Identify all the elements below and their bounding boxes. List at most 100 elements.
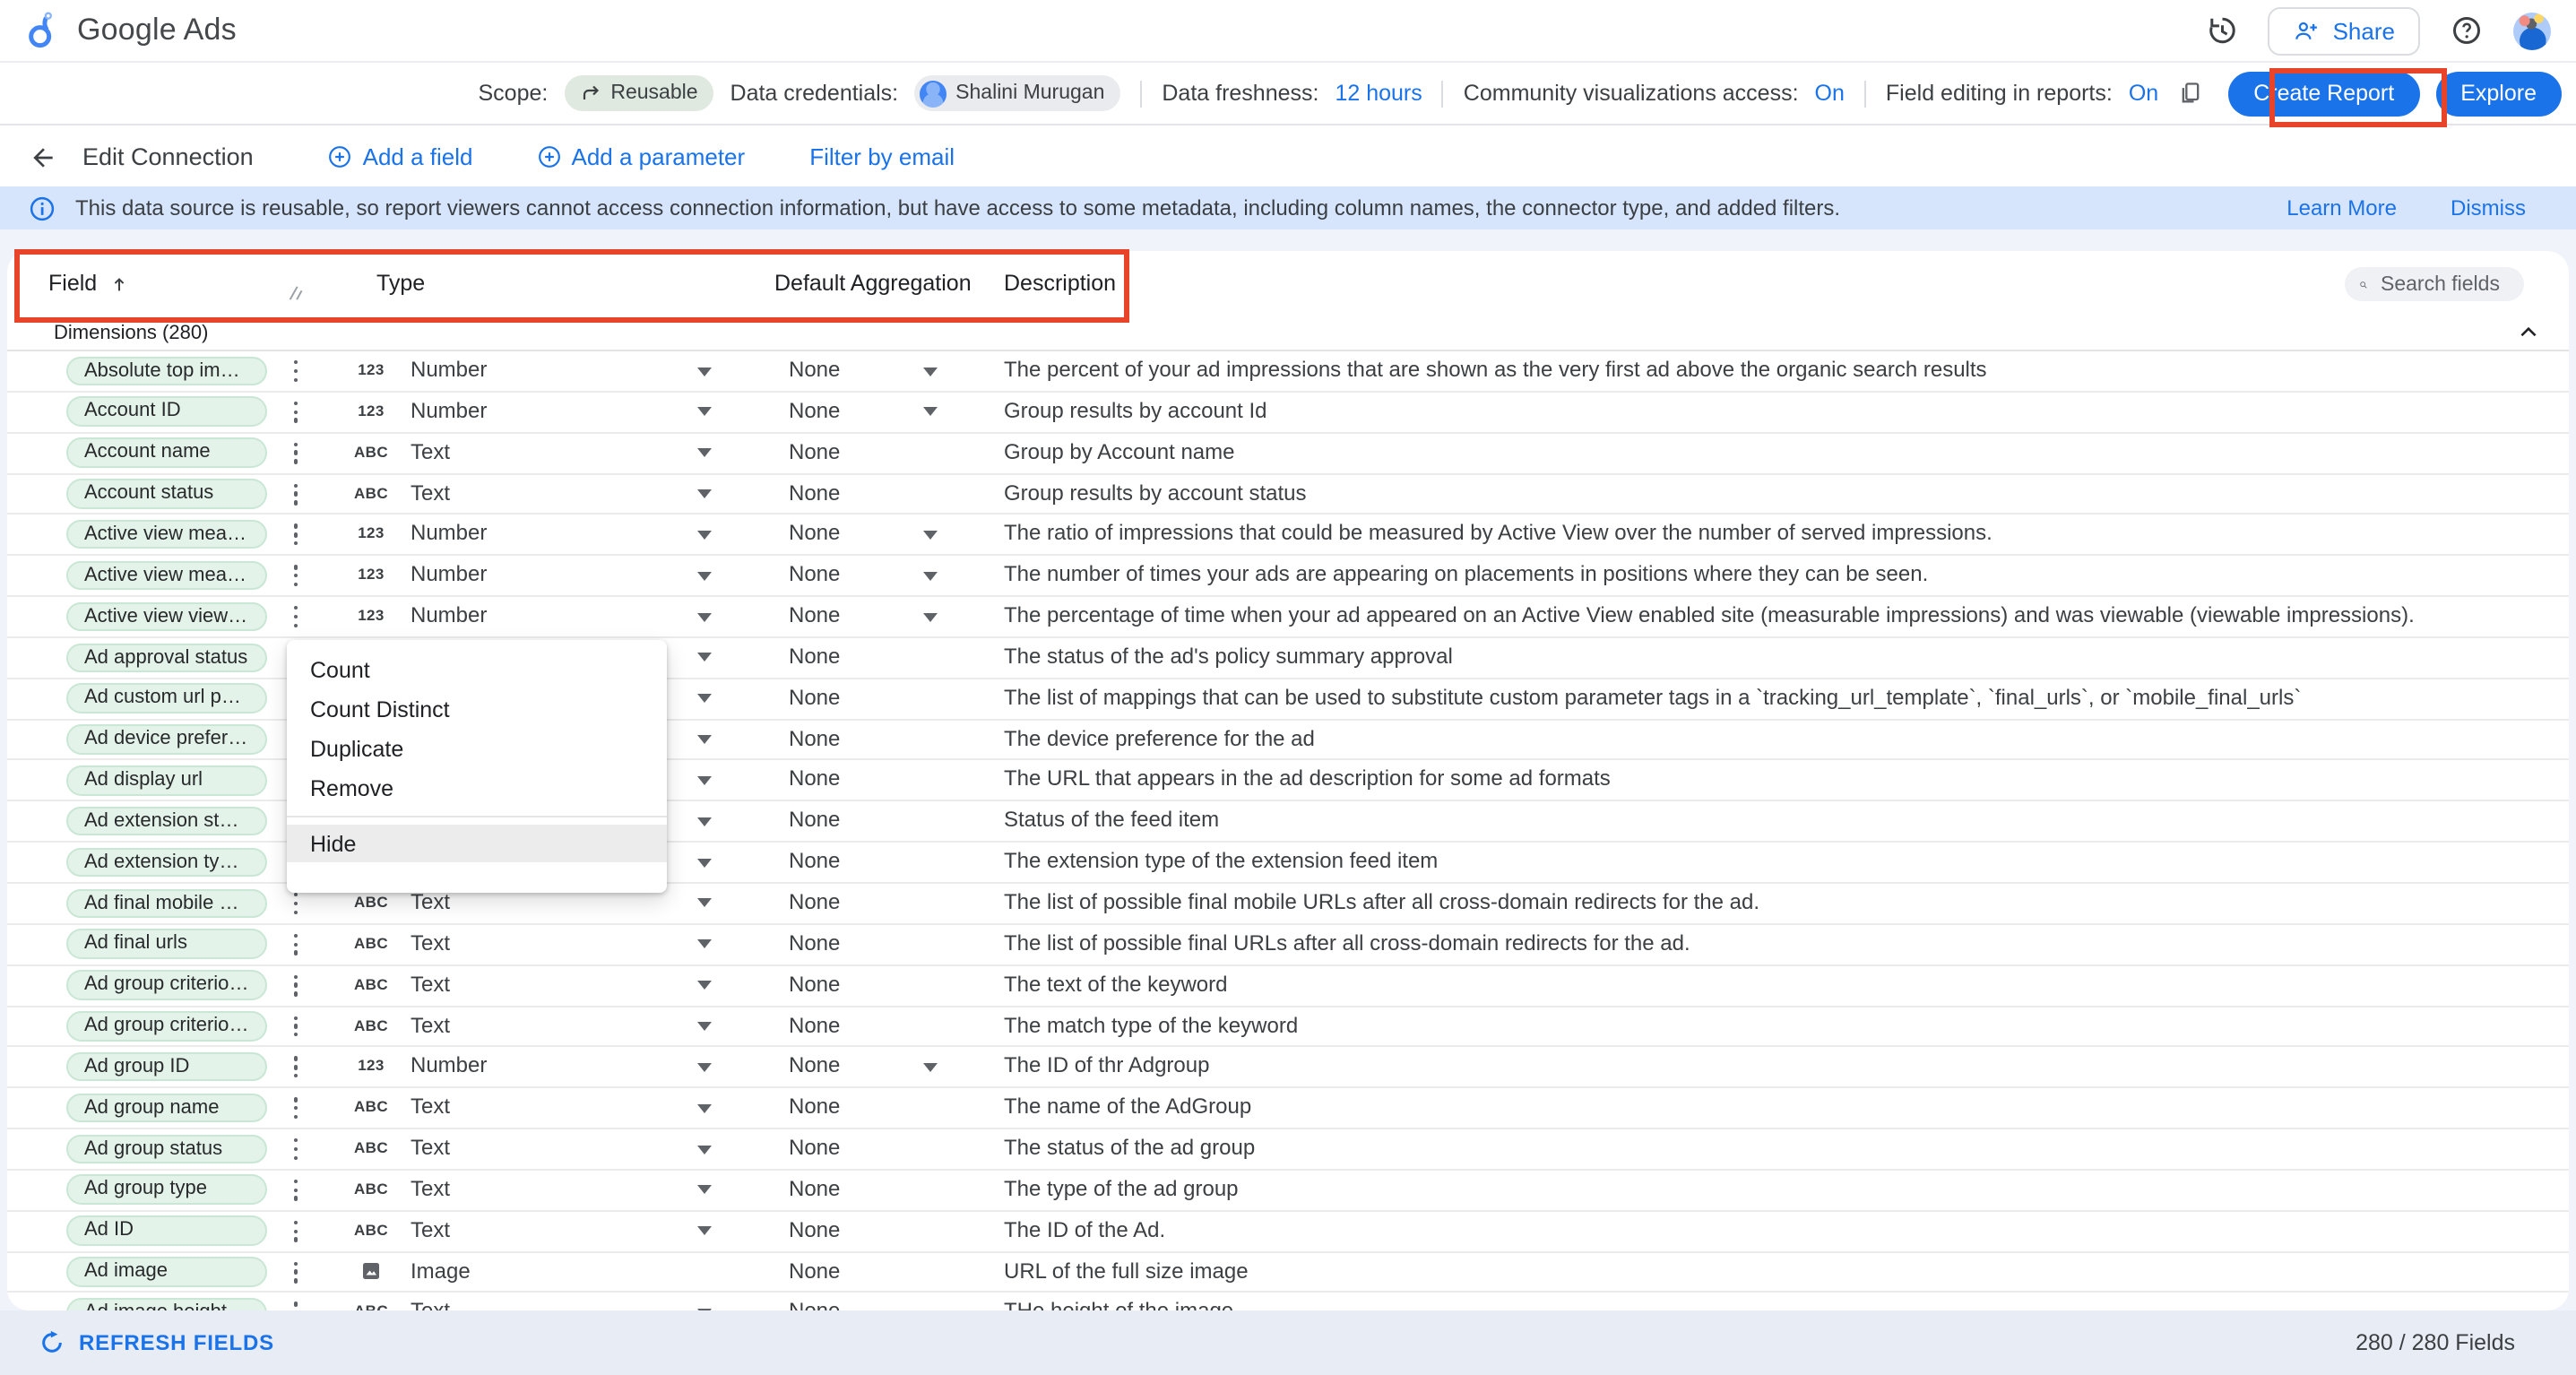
field-pill[interactable]: Ad group name xyxy=(66,1094,267,1123)
menu-item-duplicate[interactable]: Duplicate xyxy=(287,730,667,769)
help-icon[interactable] xyxy=(2447,11,2486,50)
kebab-menu-icon[interactable] xyxy=(287,1097,305,1119)
kebab-menu-icon[interactable] xyxy=(287,402,305,423)
kebab-menu-icon[interactable] xyxy=(287,606,305,627)
filter-by-email-button[interactable]: Filter by email xyxy=(809,143,955,170)
type-dropdown-arrow[interactable] xyxy=(697,981,712,990)
field-pill[interactable]: Ad group type xyxy=(66,1175,267,1205)
type-dropdown-arrow[interactable] xyxy=(697,1309,712,1310)
type-dropdown-arrow[interactable] xyxy=(697,408,712,417)
freshness-value[interactable]: 12 hours xyxy=(1335,81,1422,106)
user-avatar[interactable] xyxy=(2513,12,2551,49)
type-dropdown-arrow[interactable] xyxy=(697,1186,712,1195)
type-dropdown-arrow[interactable] xyxy=(697,1022,712,1031)
collapse-chevron-icon[interactable] xyxy=(2517,321,2540,344)
field-pill[interactable]: Ad device preference xyxy=(66,724,267,754)
aggregation-dropdown-arrow[interactable] xyxy=(923,612,938,621)
dismiss-link[interactable]: Dismiss xyxy=(2451,195,2526,221)
kebab-menu-icon[interactable] xyxy=(287,974,305,996)
field-pill[interactable]: Ad group criterion match ... xyxy=(66,1011,267,1041)
field-pill[interactable]: Ad custom url parameters xyxy=(66,684,267,713)
kebab-menu-icon[interactable] xyxy=(287,893,305,914)
kebab-menu-icon[interactable] xyxy=(287,1261,305,1283)
kebab-menu-icon[interactable] xyxy=(287,565,305,586)
field-pill[interactable]: Ad ID xyxy=(66,1216,267,1246)
type-dropdown-arrow[interactable] xyxy=(697,940,712,949)
kebab-menu-icon[interactable] xyxy=(287,1138,305,1160)
aggregation-dropdown-arrow[interactable] xyxy=(923,571,938,580)
type-dropdown-arrow[interactable] xyxy=(697,531,712,540)
add-parameter-button[interactable]: Add a parameter xyxy=(538,143,746,170)
type-dropdown-arrow[interactable] xyxy=(697,735,712,744)
type-dropdown-arrow[interactable] xyxy=(697,653,712,662)
field-editing-value[interactable]: On xyxy=(2129,81,2158,106)
field-pill[interactable]: Ad group ID xyxy=(66,1052,267,1082)
kebab-menu-icon[interactable] xyxy=(287,1057,305,1078)
field-pill[interactable]: Ad image height xyxy=(66,1298,267,1310)
learn-more-link[interactable]: Learn More xyxy=(2286,195,2397,221)
field-pill[interactable]: Account name xyxy=(66,438,267,468)
field-pill[interactable]: Active view measurable i... xyxy=(66,561,267,591)
add-field-button[interactable]: Add a field xyxy=(329,143,473,170)
type-dropdown-arrow[interactable] xyxy=(697,448,712,457)
type-dropdown-arrow[interactable] xyxy=(697,489,712,498)
back-arrow-icon[interactable] xyxy=(29,143,57,171)
field-pill[interactable]: Account status xyxy=(66,479,267,508)
aggregation-dropdown-arrow[interactable] xyxy=(923,1063,938,1072)
kebab-menu-icon[interactable] xyxy=(287,524,305,546)
type-dropdown-arrow[interactable] xyxy=(697,1226,712,1235)
type-dropdown-arrow[interactable] xyxy=(697,695,712,704)
credentials-chip[interactable]: Shalini Murugan xyxy=(914,75,1120,111)
search-fields-box[interactable] xyxy=(2345,267,2524,301)
kebab-menu-icon[interactable] xyxy=(287,360,305,382)
field-pill[interactable]: Ad display url xyxy=(66,765,267,795)
kebab-menu-icon[interactable] xyxy=(287,1180,305,1201)
field-pill[interactable]: Active view viewablility xyxy=(66,601,267,631)
type-dropdown-arrow[interactable] xyxy=(697,571,712,580)
share-button[interactable]: Share xyxy=(2269,6,2420,55)
version-history-icon[interactable] xyxy=(2202,11,2242,50)
type-dropdown-arrow[interactable] xyxy=(697,776,712,785)
field-pill[interactable]: Active view measurability xyxy=(66,520,267,549)
type-dropdown-arrow[interactable] xyxy=(697,1145,712,1154)
explore-button[interactable]: Explore xyxy=(2435,71,2562,116)
type-dropdown-arrow[interactable] xyxy=(697,817,712,826)
field-pill[interactable]: Absolute top impression ... xyxy=(66,356,267,385)
field-pill[interactable]: Ad group status xyxy=(66,1134,267,1163)
menu-item-remove[interactable]: Remove xyxy=(287,769,667,809)
type-dropdown-arrow[interactable] xyxy=(697,367,712,376)
field-pill[interactable]: Account ID xyxy=(66,397,267,427)
field-pill[interactable]: Ad image xyxy=(66,1257,267,1286)
kebab-menu-icon[interactable] xyxy=(287,1016,305,1037)
field-pill[interactable]: Ad approval status xyxy=(66,643,267,672)
menu-item-count[interactable]: Count xyxy=(287,651,667,690)
field-pill[interactable]: Ad final mobile URL xyxy=(66,888,267,918)
kebab-menu-icon[interactable] xyxy=(287,1302,305,1310)
field-pill[interactable]: Ad final urls xyxy=(66,930,267,959)
type-dropdown-arrow[interactable] xyxy=(697,612,712,621)
create-report-button[interactable]: Create Report xyxy=(2228,71,2419,116)
kebab-menu-icon[interactable] xyxy=(287,483,305,505)
column-header-field[interactable]: Field xyxy=(48,251,129,316)
copy-icon[interactable] xyxy=(2174,78,2205,108)
menu-item-count-distinct[interactable]: Count Distinct xyxy=(287,690,667,730)
edit-connection-label[interactable]: Edit Connection xyxy=(82,143,254,170)
field-pill[interactable]: Ad extension type (depre... xyxy=(66,847,267,877)
kebab-menu-icon[interactable] xyxy=(287,1220,305,1241)
aggregation-dropdown-arrow[interactable] xyxy=(923,367,938,376)
community-viz-value[interactable]: On xyxy=(1815,81,1845,106)
aggregation-dropdown-arrow[interactable] xyxy=(923,531,938,540)
type-dropdown-arrow[interactable] xyxy=(697,1063,712,1072)
search-fields-input[interactable] xyxy=(2377,272,2510,297)
kebab-menu-icon[interactable] xyxy=(287,934,305,956)
scope-chip[interactable]: Reusable xyxy=(564,75,713,111)
column-resize-icon[interactable] xyxy=(287,278,303,310)
field-pill[interactable]: Ad extension status (dep... xyxy=(66,807,267,836)
type-dropdown-arrow[interactable] xyxy=(697,899,712,908)
aggregation-dropdown-arrow[interactable] xyxy=(923,408,938,417)
menu-item-hide[interactable]: Hide xyxy=(287,825,667,862)
type-dropdown-arrow[interactable] xyxy=(697,858,712,867)
type-dropdown-arrow[interactable] xyxy=(697,1103,712,1112)
kebab-menu-icon[interactable] xyxy=(287,442,305,463)
refresh-fields-button[interactable]: REFRESH FIELDS xyxy=(39,1330,274,1355)
